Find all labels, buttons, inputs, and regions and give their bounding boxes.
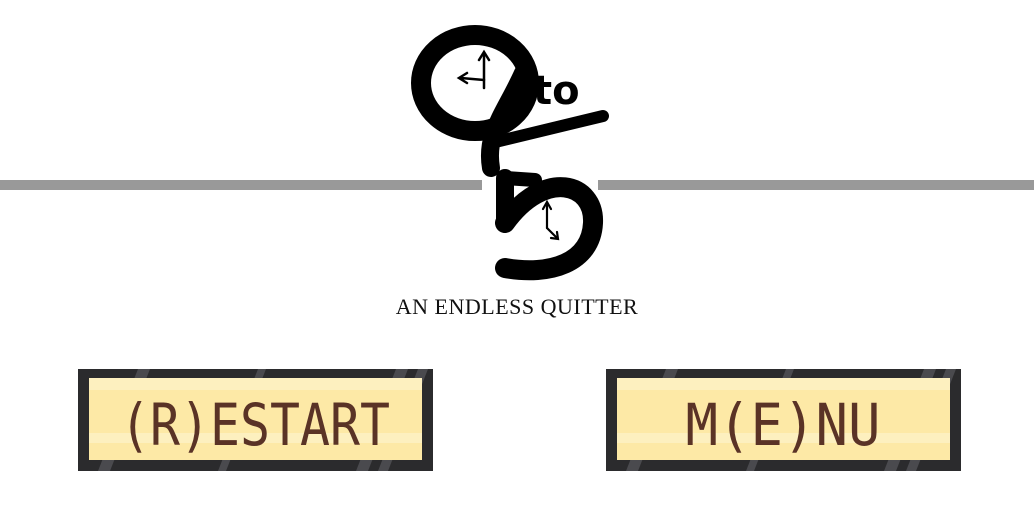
clock-hands-icon — [456, 49, 491, 90]
restart-button[interactable]: (R)ESTART — [78, 369, 433, 471]
game-logo: to — [411, 25, 609, 281]
menu-button[interactable]: M(E)NU — [606, 369, 961, 471]
divider-line-right — [598, 180, 1034, 190]
game-subtitle: AN ENDLESS QUITTER — [395, 294, 639, 319]
clock-hands-small-icon — [541, 199, 560, 241]
menu-label: M(E)NU — [686, 391, 881, 459]
logo-word-to: to — [533, 68, 580, 114]
restart-label: (R)ESTART — [120, 391, 390, 459]
